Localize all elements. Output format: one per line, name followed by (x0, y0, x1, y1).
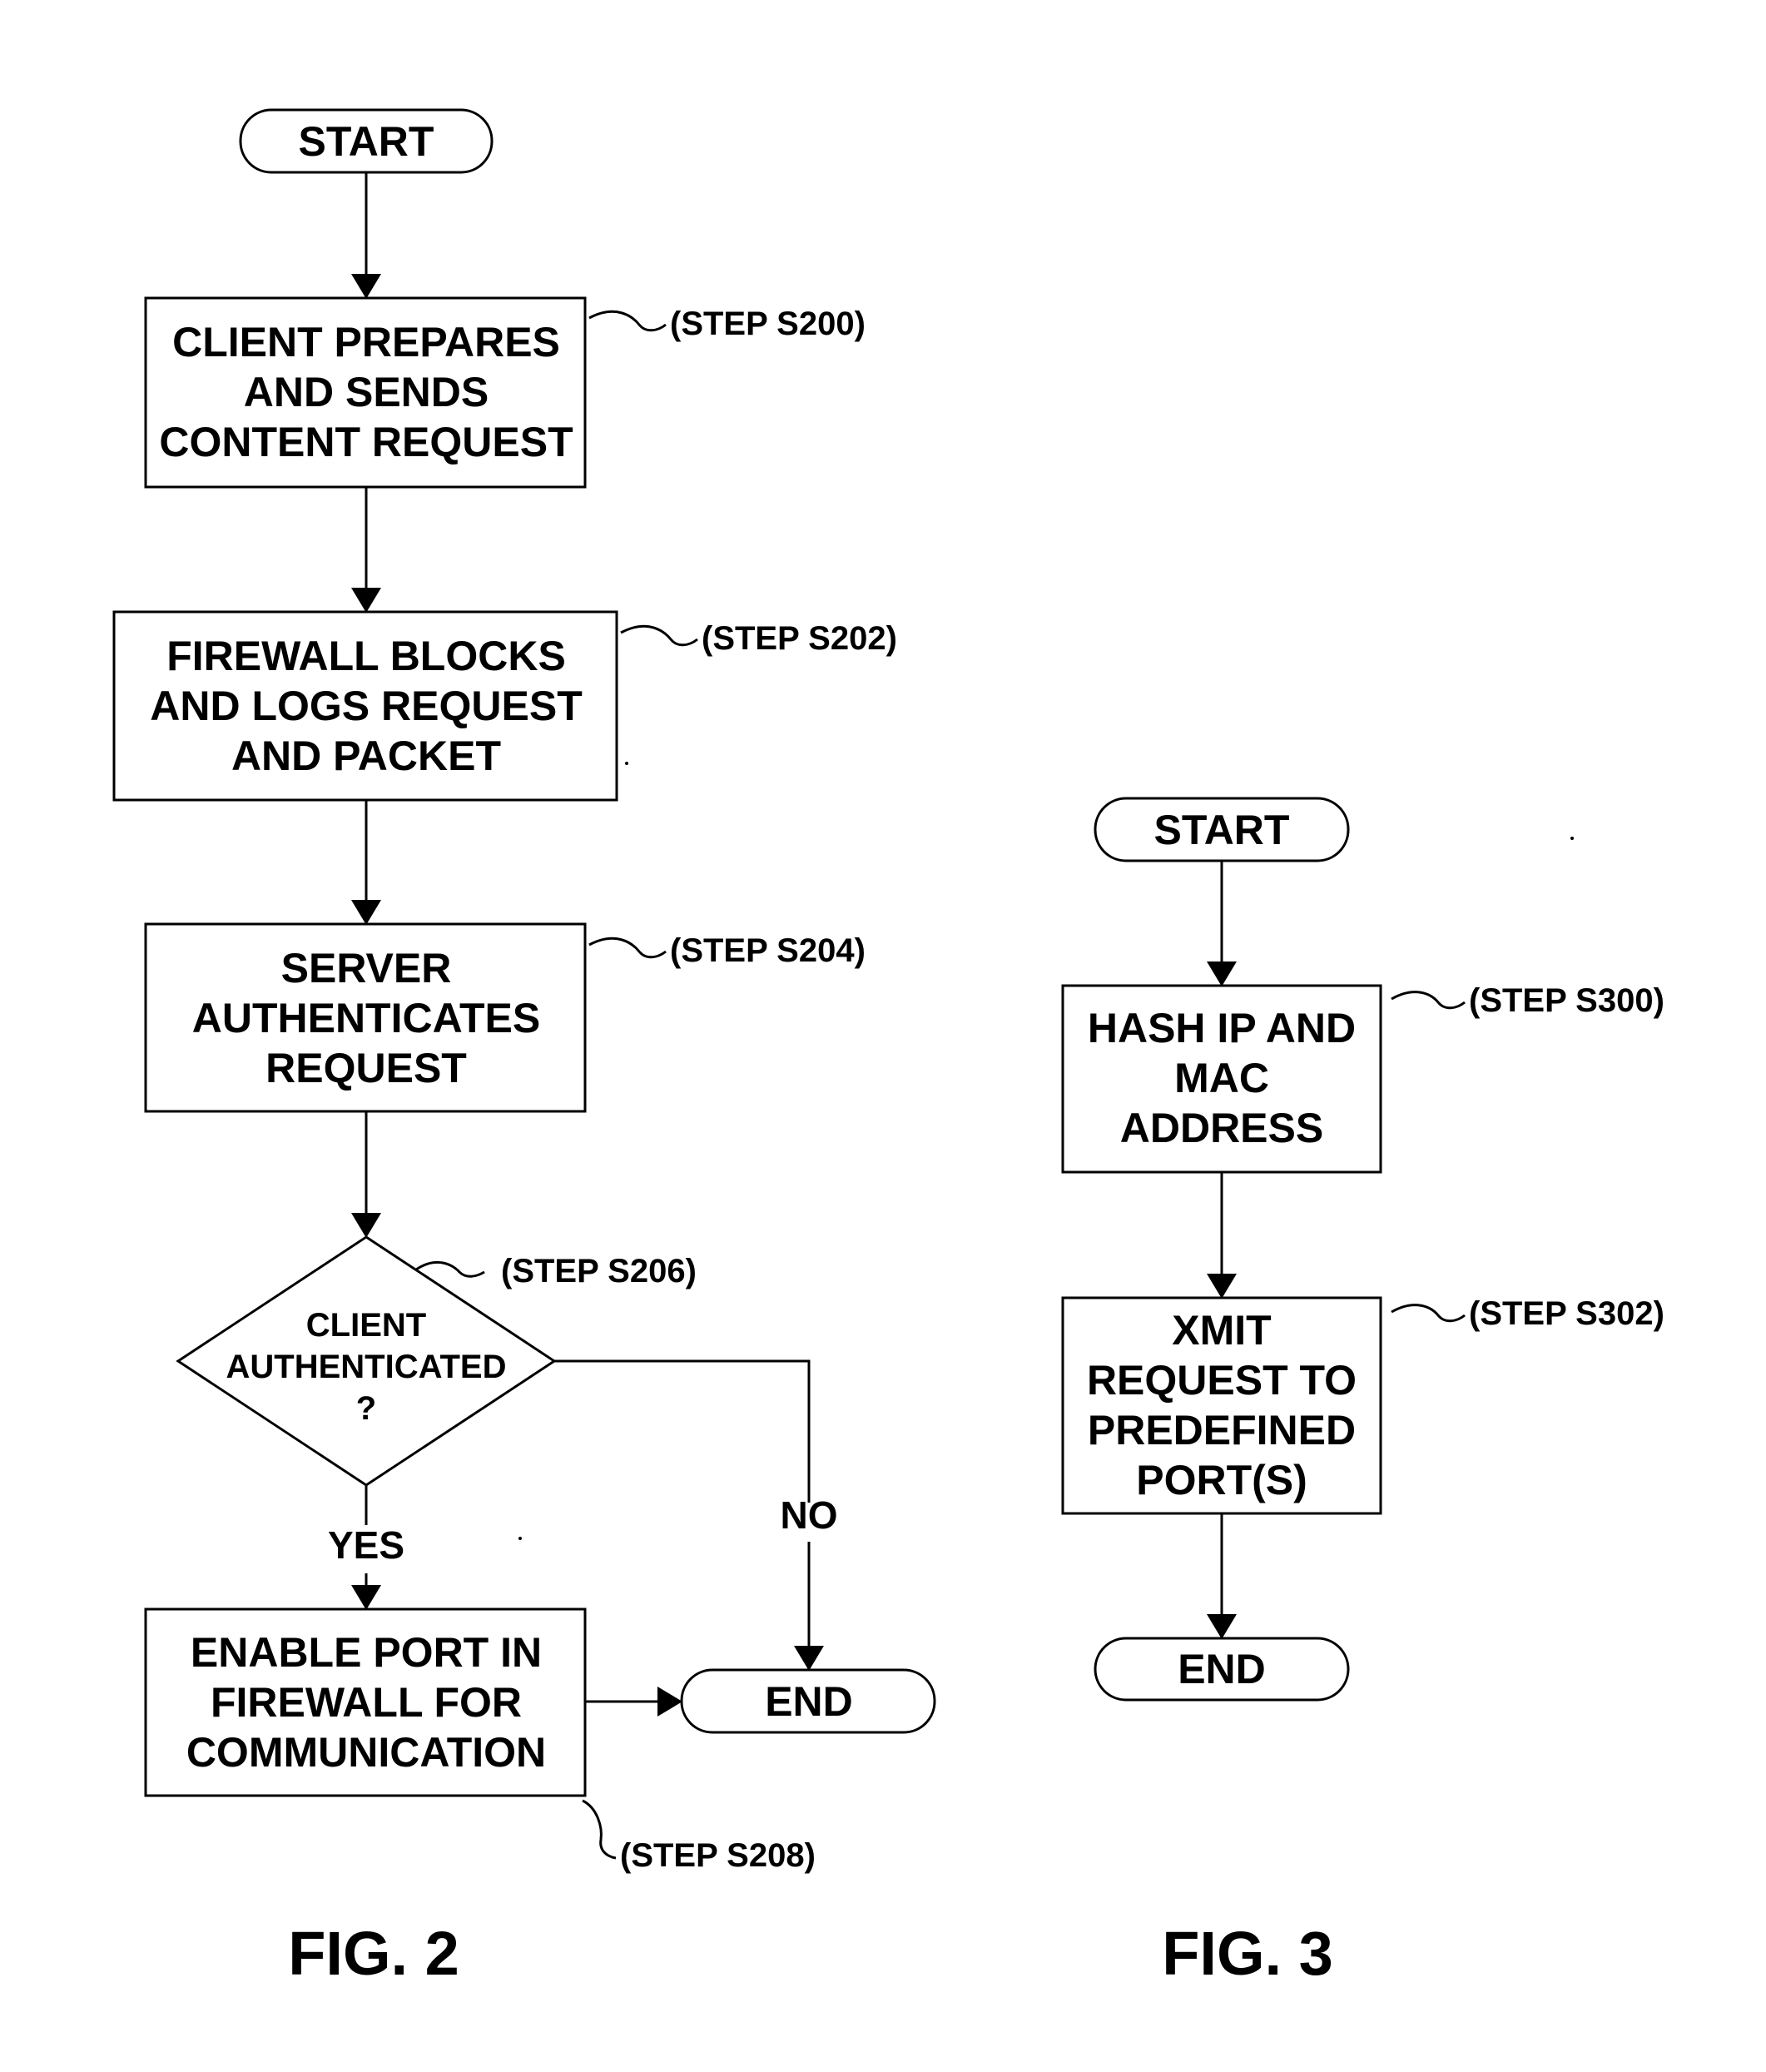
box-line-2: MAC (1174, 1055, 1269, 1101)
edge-label-yes: YES (328, 1523, 404, 1567)
step-label-s208: (STEP S208) (620, 1837, 816, 1874)
step-label-s202: (STEP S202) (702, 620, 897, 657)
box-line-2: AUTHENTICATES (192, 995, 541, 1041)
scan-speck (625, 762, 628, 765)
step-label-s204: (STEP S204) (670, 932, 866, 969)
box-line-1: XMIT (1172, 1307, 1271, 1354)
fig2-start-terminal: START (239, 108, 494, 174)
decision-line-2: AUTHENTICATED (226, 1349, 506, 1385)
step-label-s200: (STEP S200) (670, 306, 866, 342)
scan-speck (518, 1537, 522, 1540)
fig2-end-terminal: END (680, 1668, 936, 1734)
box-line-3: REQUEST (265, 1045, 467, 1091)
patent-flowchart-figures: START CLIENT PREPARES AND SENDS CONTENT … (112, 108, 1664, 1988)
terminal-label: END (1178, 1646, 1266, 1692)
leader-line-s206 (415, 1260, 485, 1278)
fig3-start-terminal: START (1094, 797, 1350, 862)
box-line-1: ENABLE PORT IN (191, 1629, 542, 1676)
leader-line-s202 (620, 624, 698, 647)
fig2-step-s204-box: SERVER AUTHENTICATES REQUEST (144, 922, 587, 1113)
box-line-3: COMMUNICATION (186, 1729, 546, 1776)
box-line-2: REQUEST TO (1087, 1357, 1357, 1404)
leader-line-s200 (588, 310, 667, 332)
terminal-label: END (765, 1678, 853, 1725)
figure-caption-3: FIG. 3 (1162, 1919, 1333, 1988)
box-line-3: AND PACKET (231, 733, 501, 779)
fig2-step-s200-box: CLIENT PREPARES AND SENDS CONTENT REQUES… (144, 296, 587, 489)
leader-line-s208 (582, 1799, 617, 1860)
leader-line-s204 (588, 937, 667, 959)
fig2-step-s206-decision: CLIENT AUTHENTICATED ? (176, 1235, 557, 1487)
box-line-2: FIREWALL FOR (211, 1679, 522, 1726)
fig3-end-terminal: END (1094, 1637, 1350, 1702)
box-line-2: AND SENDS (244, 369, 489, 415)
terminal-label: START (1154, 807, 1290, 853)
leader-line-s300 (1391, 991, 1466, 1010)
figure-3: START HASH IP AND MAC ADDRESS (STEP S300… (1061, 797, 1664, 1988)
step-label-s300: (STEP S300) (1469, 982, 1664, 1019)
fig2-step-s208-box: ENABLE PORT IN FIREWALL FOR COMMUNICATIO… (144, 1607, 587, 1797)
box-line-3: CONTENT REQUEST (159, 419, 573, 465)
box-line-4: PORT(S) (1136, 1457, 1307, 1503)
decision-line-1: CLIENT (306, 1307, 426, 1344)
fig3-step-s300-box: HASH IP AND MAC ADDRESS (1061, 984, 1382, 1174)
edge-no-segment (554, 1359, 811, 1503)
fig3-step-s302-box: XMIT REQUEST TO PREDEFINED PORT(S) (1061, 1296, 1382, 1515)
leader-line-s302 (1391, 1304, 1466, 1323)
box-line-1: SERVER (281, 945, 452, 991)
fig2-step-s202-box: FIREWALL BLOCKS AND LOGS REQUEST AND PAC… (112, 610, 618, 802)
decision-line-3: ? (356, 1390, 376, 1427)
box-line-1: HASH IP AND (1088, 1005, 1356, 1051)
step-label-s302: (STEP S302) (1469, 1295, 1664, 1332)
box-line-1: CLIENT PREPARES (172, 319, 560, 365)
box-line-2: AND LOGS REQUEST (150, 683, 582, 729)
box-line-3: ADDRESS (1120, 1105, 1323, 1151)
box-line-1: FIREWALL BLOCKS (166, 633, 566, 679)
edge-label-no: NO (781, 1493, 838, 1537)
scan-speck (1570, 837, 1574, 840)
box-line-3: PREDEFINED (1088, 1407, 1356, 1453)
figure-caption-2: FIG. 2 (288, 1919, 459, 1988)
figure-2: START CLIENT PREPARES AND SENDS CONTENT … (112, 108, 936, 1988)
step-label-s206: (STEP S206) (501, 1253, 697, 1289)
terminal-label: START (299, 118, 434, 165)
